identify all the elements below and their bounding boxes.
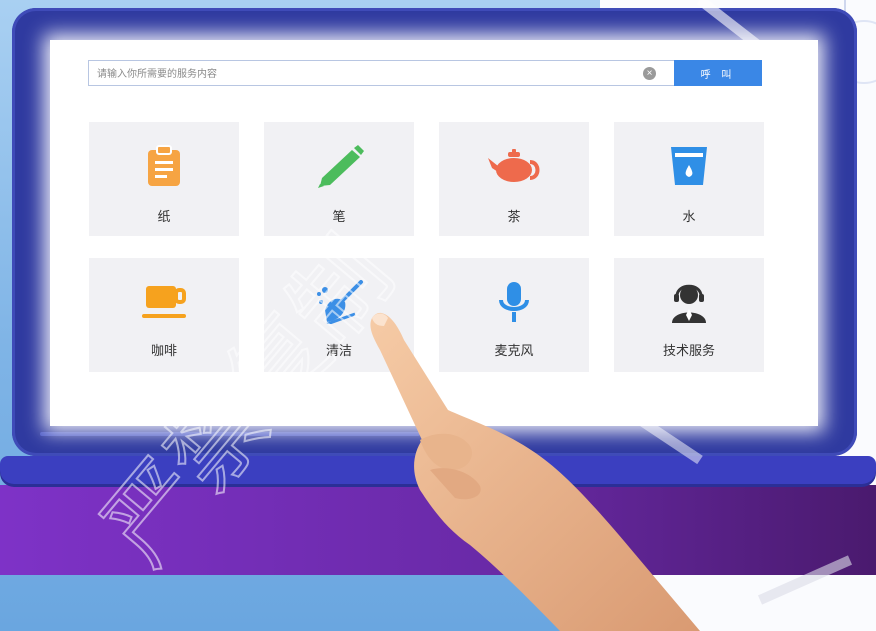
call-button[interactable]: 呼 叫 — [674, 60, 762, 86]
service-tile-tea[interactable]: 茶 — [439, 122, 589, 236]
headset-agent-icon — [614, 280, 764, 324]
search-bar: × — [88, 60, 674, 87]
microphone-icon — [439, 280, 589, 324]
laptop-sheen — [40, 432, 420, 436]
broom-icon — [264, 280, 414, 324]
service-tile-water[interactable]: 水 — [614, 122, 764, 236]
service-tile-pen[interactable]: 笔 — [264, 122, 414, 236]
pencil-icon — [264, 144, 414, 188]
service-tile-tech-support[interactable]: 技术服务 — [614, 258, 764, 372]
water-cup-icon — [614, 144, 764, 188]
service-label: 咖啡 — [150, 343, 177, 358]
service-tile-coffee[interactable]: 咖啡 — [89, 258, 239, 372]
service-label: 水 — [682, 209, 696, 224]
service-tile-paper[interactable]: 纸 — [89, 122, 239, 236]
search-input[interactable] — [89, 61, 639, 87]
laptop-base — [0, 456, 876, 484]
service-label: 麦克风 — [494, 343, 534, 358]
teapot-icon — [439, 144, 589, 188]
service-label: 纸 — [157, 209, 171, 224]
service-label: 茶 — [507, 209, 521, 224]
clipboard-icon — [89, 144, 239, 188]
purple-band — [0, 485, 876, 575]
coffee-cup-icon — [89, 280, 239, 324]
service-tile-cleaning[interactable]: 清洁 — [264, 258, 414, 372]
clear-icon[interactable]: × — [643, 67, 656, 80]
service-label: 笔 — [332, 209, 346, 224]
service-label: 清洁 — [325, 343, 352, 358]
service-label: 技术服务 — [662, 343, 715, 358]
service-tile-microphone[interactable]: 麦克风 — [439, 258, 589, 372]
